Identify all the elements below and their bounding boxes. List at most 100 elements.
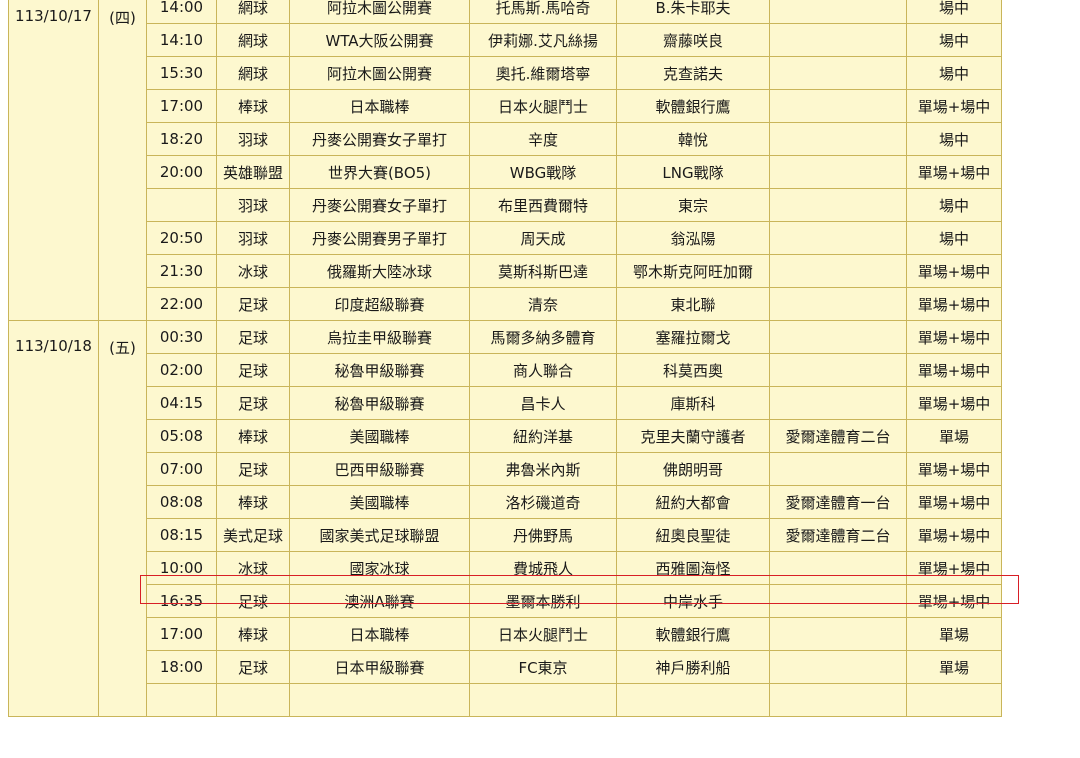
time-cell: 17:00 (146, 89, 217, 123)
away-team-cell: 塞羅拉爾戈 (616, 320, 770, 354)
home-team-cell: 周天成 (469, 221, 617, 255)
time-cell: 20:00 (146, 155, 217, 189)
home-team-cell: 昌卡人 (469, 386, 617, 420)
home-team-cell: FC東京 (469, 650, 617, 684)
schedule-row: 05:08 棒球 美國職棒 紐約洋基 克里夫蘭守護者 愛爾達體育二台 單場 (9, 419, 1002, 453)
league-cell: 阿拉木圖公開賽 (289, 0, 470, 24)
league-cell: 秘魯甲級聯賽 (289, 353, 470, 387)
sports-schedule-table: 113/10/17 (四) 14:00 網球 阿拉木圖公開賽 托馬斯.馬哈奇 B.朱卡耶夫場… (8, 0, 1002, 717)
time-cell: 18:00 (146, 650, 217, 684)
away-team-cell: 軟體銀行鷹 (616, 89, 770, 123)
bet-type-cell (906, 683, 1002, 717)
date-cell: 113/10/18 (8, 320, 99, 717)
sport-cell: 棒球 (216, 419, 290, 453)
time-cell: 18:20 (146, 122, 217, 156)
home-team-cell: 弗魯米內斯 (469, 452, 617, 486)
channel-cell (769, 650, 907, 684)
channel-cell (769, 155, 907, 189)
channel-cell (769, 221, 907, 255)
channel-cell: 愛爾達體育二台 (769, 419, 907, 453)
league-cell: 澳洲A聯賽 (289, 584, 470, 618)
bet-type-cell: 單場+場中 (906, 551, 1002, 585)
schedule-row (9, 683, 1002, 717)
bet-type-cell: 場中 (906, 122, 1002, 156)
channel-cell (769, 89, 907, 123)
schedule-row: 17:00 棒球 日本職棒 日本火腿鬥士 軟體銀行鷹 單場 (9, 617, 1002, 651)
channel-cell (769, 617, 907, 651)
away-team-cell: 紐奧良聖徒 (616, 518, 770, 552)
sport-cell: 足球 (216, 353, 290, 387)
away-team-cell: 紐約大都會 (616, 485, 770, 519)
channel-cell (769, 584, 907, 618)
bet-type-cell: 單場+場中 (906, 287, 1002, 321)
home-team-cell: 伊莉娜.艾凡絲揚 (469, 23, 617, 57)
bet-type-cell: 單場+場中 (906, 155, 1002, 189)
weekday-cell: (五) (98, 320, 147, 717)
away-team-cell: 中岸水手 (616, 584, 770, 618)
home-team-cell: 紐約洋基 (469, 419, 617, 453)
sport-cell: 足球 (216, 650, 290, 684)
date-cell: 113/10/17 (8, 0, 99, 321)
home-team-cell: 托馬斯.馬哈奇 (469, 0, 617, 24)
home-team-cell: 商人聯合 (469, 353, 617, 387)
home-team-cell: 清奈 (469, 287, 617, 321)
time-cell: 05:08 (146, 419, 217, 453)
channel-cell (769, 386, 907, 420)
bet-type-cell: 單場+場中 (906, 485, 1002, 519)
away-team-cell: 鄂木斯克阿旺加爾 (616, 254, 770, 288)
home-team-cell (469, 683, 617, 717)
sport-cell: 足球 (216, 386, 290, 420)
league-cell: 美國職棒 (289, 485, 470, 519)
league-cell: 世界大賽(BO5) (289, 155, 470, 189)
sport-cell: 美式足球 (216, 518, 290, 552)
time-cell: 14:00 (146, 0, 217, 24)
sport-cell: 棒球 (216, 485, 290, 519)
channel-cell (769, 452, 907, 486)
league-cell: 秘魯甲級聯賽 (289, 386, 470, 420)
schedule-row: 21:30 冰球 俄羅斯大陸冰球 莫斯科斯巴達 鄂木斯克阿旺加爾 單場+場中 (9, 254, 1002, 288)
schedule-row: 14:10 網球 WTA大阪公開賽 伊莉娜.艾凡絲揚 齋藤咲良 場中 (9, 23, 1002, 57)
home-team-cell: 辛度 (469, 122, 617, 156)
schedule-row: 17:00 棒球 日本職棒 日本火腿鬥士 軟體銀行鷹 單場+場中 (9, 89, 1002, 123)
sport-cell: 冰球 (216, 254, 290, 288)
bet-type-cell: 場中 (906, 23, 1002, 57)
bet-type-cell: 單場+場中 (906, 254, 1002, 288)
sport-cell: 英雄聯盟 (216, 155, 290, 189)
home-team-cell: 日本火腿鬥士 (469, 617, 617, 651)
sport-cell (216, 683, 290, 717)
schedule-row: 02:00 足球 秘魯甲級聯賽 商人聯合 科莫西奧 單場+場中 (9, 353, 1002, 387)
league-cell: 印度超級聯賽 (289, 287, 470, 321)
schedule-row: 22:00 足球 印度超級聯賽 清奈 東北聯 單場+場中 (9, 287, 1002, 321)
time-cell: 16:35 (146, 584, 217, 618)
league-cell: 日本甲級聯賽 (289, 650, 470, 684)
league-cell: 國家冰球 (289, 551, 470, 585)
schedule-row: 羽球 丹麥公開賽女子單打 布里西費爾特 東宗 場中 (9, 188, 1002, 222)
time-cell: 15:30 (146, 56, 217, 90)
away-team-cell: 東宗 (616, 188, 770, 222)
sport-cell: 足球 (216, 452, 290, 486)
channel-cell (769, 56, 907, 90)
bet-type-cell: 場中 (906, 188, 1002, 222)
channel-cell (769, 23, 907, 57)
home-team-cell: 洛杉磯道奇 (469, 485, 617, 519)
bet-type-cell: 單場 (906, 617, 1002, 651)
time-cell: 17:00 (146, 617, 217, 651)
league-cell: 丹麥公開賽女子單打 (289, 122, 470, 156)
home-team-cell: 布里西費爾特 (469, 188, 617, 222)
weekday-cell: (四) (98, 0, 147, 321)
league-cell: WTA大阪公開賽 (289, 23, 470, 57)
sport-cell: 網球 (216, 23, 290, 57)
away-team-cell: B.朱卡耶夫 (616, 0, 770, 24)
channel-cell: 愛爾達體育一台 (769, 485, 907, 519)
schedule-row: 10:00 冰球 國家冰球 費城飛人 西雅圖海怪 單場+場中 (9, 551, 1002, 585)
time-cell: 10:00 (146, 551, 217, 585)
away-team-cell: 佛朗明哥 (616, 452, 770, 486)
bet-type-cell: 單場+場中 (906, 89, 1002, 123)
time-cell (146, 683, 217, 717)
channel-cell (769, 188, 907, 222)
home-team-cell: 墨爾本勝利 (469, 584, 617, 618)
sport-cell: 足球 (216, 287, 290, 321)
bet-type-cell: 單場 (906, 650, 1002, 684)
schedule-row: 18:20 羽球 丹麥公開賽女子單打 辛度 韓悅 場中 (9, 122, 1002, 156)
bet-type-cell: 場中 (906, 0, 1002, 24)
